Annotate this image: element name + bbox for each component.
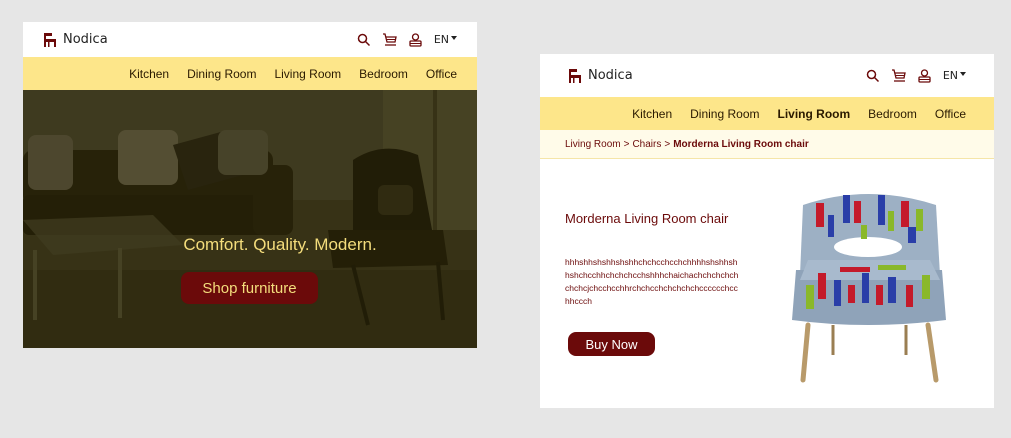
logo-text: Nodica [588,68,633,83]
language-selector[interactable]: EN [434,33,457,46]
breadcrumb-current: Morderna Living Room chair [673,138,809,150]
site-header: Nodica EN [540,54,994,97]
product-description: hhhshhshshhshshhchchcchcchchhhhshshhshhs… [565,257,739,306]
breadcrumb-separator: > [664,138,671,150]
search-icon[interactable] [865,68,881,84]
nav-dining-room[interactable]: Dining Room [690,107,759,121]
user-icon[interactable] [917,68,933,84]
nav-kitchen[interactable]: Kitchen [129,67,169,81]
product-image [792,194,946,383]
nav-bedroom[interactable]: Bedroom [868,107,917,121]
nav-living-room[interactable]: Living Room [274,67,341,81]
chair-logo-icon [569,68,581,83]
buy-now-button[interactable]: Buy Now [568,332,655,356]
breadcrumb: Living Room > Chairs > Morderna Living R… [540,130,994,159]
cart-icon[interactable] [891,68,907,84]
caret-down-icon [451,35,457,40]
breadcrumb-separator: > [623,138,630,150]
search-icon[interactable] [356,32,372,48]
product-title: Morderna Living Room chair [565,211,729,226]
language-selector[interactable]: EN [943,69,966,82]
nav-living-room[interactable]: Living Room [778,107,851,121]
home-page-mockup: Nodica EN Kitchen Dining Room Living Roo… [23,22,477,348]
shop-furniture-button[interactable]: Shop furniture [181,272,318,304]
header-actions: EN [865,54,966,97]
product-page-mockup: Nodica EN Kitchen Dining Room Living Roo… [540,54,994,408]
category-nav: Kitchen Dining Room Living Room Bedroom … [540,97,994,130]
nav-dining-room[interactable]: Dining Room [187,67,256,81]
user-icon[interactable] [408,32,424,48]
hero-banner: Comfort. Quality. Modern. Shop furniture [23,90,477,348]
language-label: EN [942,69,958,82]
nav-kitchen[interactable]: Kitchen [632,107,672,121]
chair-logo-icon [44,32,56,47]
logo[interactable]: Nodica [568,68,633,84]
caret-down-icon [960,71,966,76]
logo[interactable]: Nodica [43,32,108,48]
breadcrumb-chairs[interactable]: Chairs [632,139,661,150]
nav-office[interactable]: Office [426,67,457,81]
hero-overlay [23,90,477,348]
site-header: Nodica EN [23,22,477,57]
cart-icon[interactable] [382,32,398,48]
nav-bedroom[interactable]: Bedroom [359,67,408,81]
product-detail: Morderna Living Room chair hhhshhshshhsh… [540,159,994,384]
hero-tagline: Comfort. Quality. Modern. [183,235,377,254]
header-actions: EN [356,22,457,57]
nav-office[interactable]: Office [935,107,966,121]
breadcrumb-living-room[interactable]: Living Room [565,139,621,150]
category-nav: Kitchen Dining Room Living Room Bedroom … [23,57,477,90]
language-label: EN [433,33,449,46]
logo-text: Nodica [63,32,108,47]
